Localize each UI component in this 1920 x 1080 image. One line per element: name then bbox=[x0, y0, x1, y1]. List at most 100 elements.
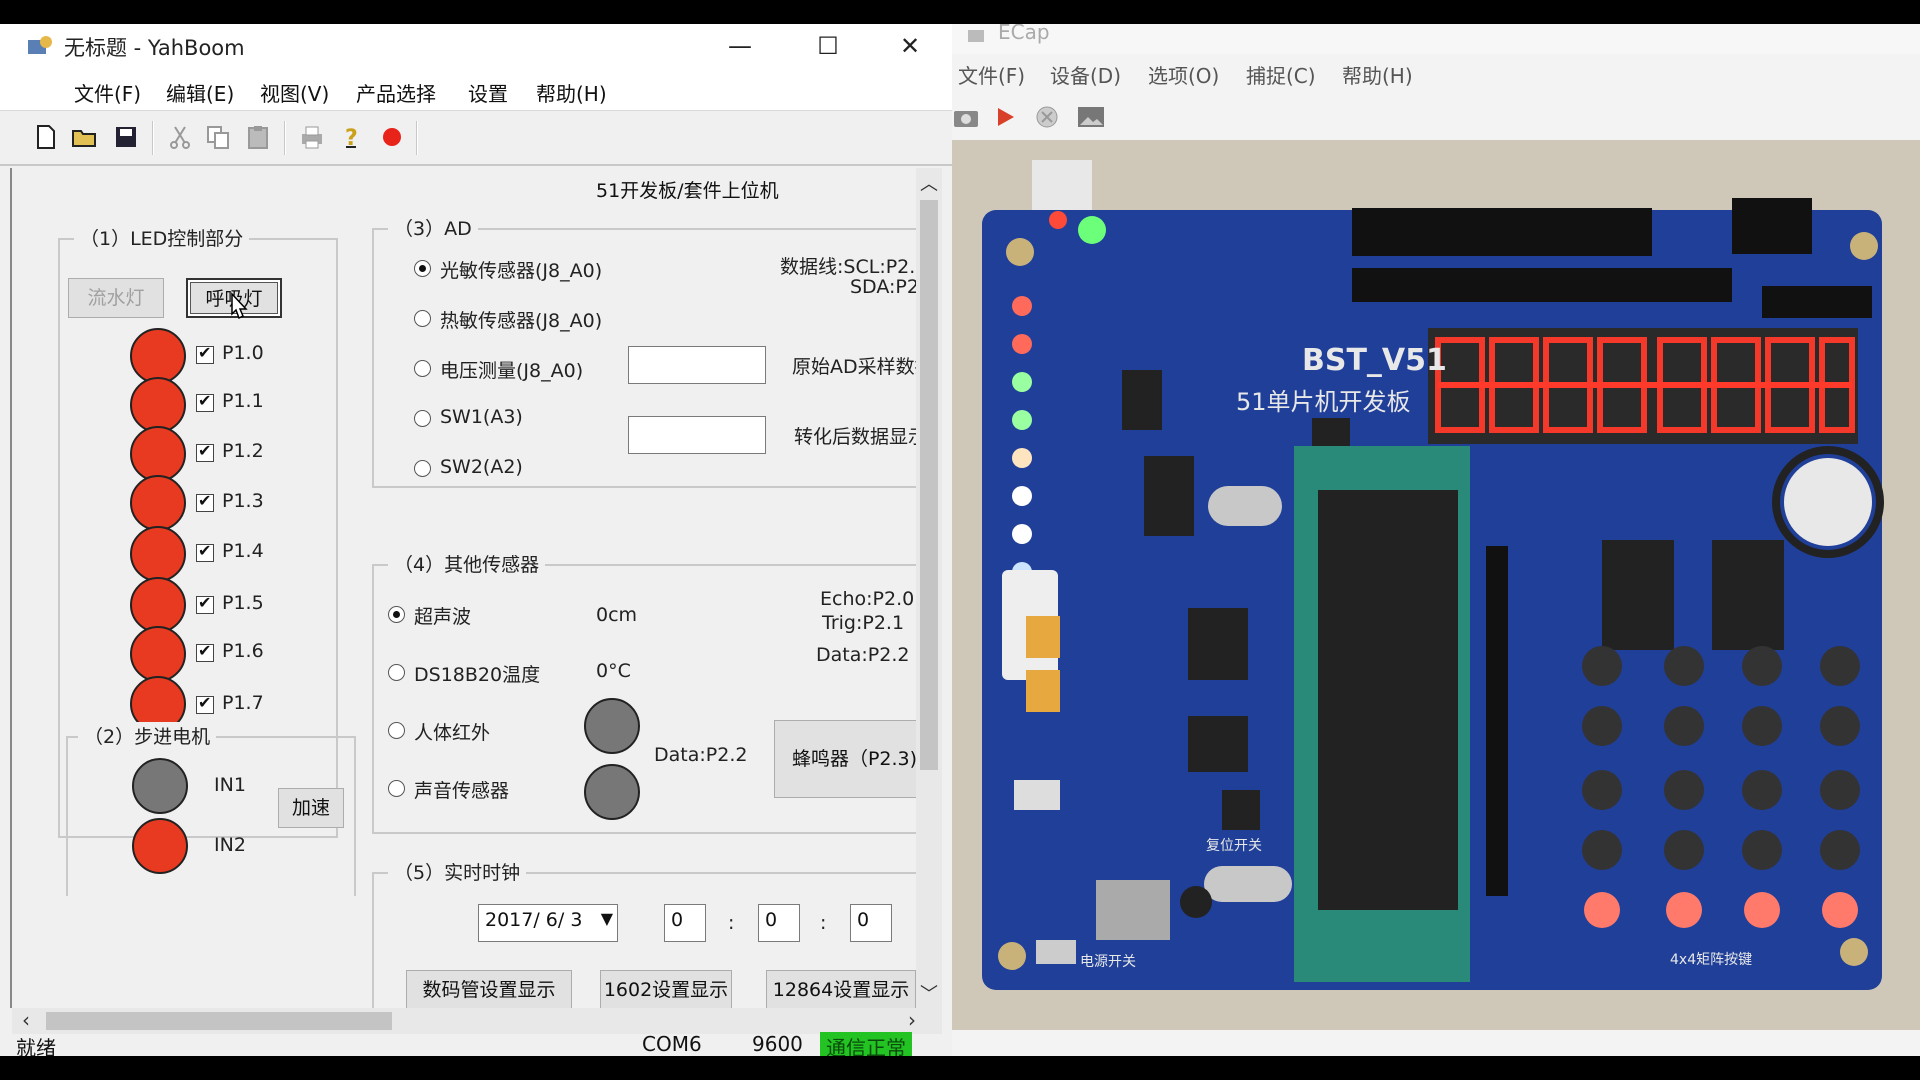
app-logo-icon bbox=[28, 36, 52, 54]
voltage-label: 电压测量(J8_A0) bbox=[440, 360, 584, 382]
raw-ad-label: 原始AD采样数据 bbox=[792, 356, 934, 378]
time-sep-2: : bbox=[820, 912, 827, 934]
scroll-left-icon[interactable]: ‹ bbox=[22, 1008, 30, 1032]
stop-icon[interactable] bbox=[1034, 104, 1060, 130]
label-p1-6: P1.6 bbox=[222, 640, 264, 662]
close-button[interactable]: ✕ bbox=[870, 24, 950, 70]
menu-help[interactable]: 帮助(H) bbox=[536, 78, 607, 107]
checkbox-p1-5[interactable] bbox=[196, 593, 214, 614]
stepper-in2-indicator bbox=[132, 818, 188, 874]
horizontal-scroll-thumb[interactable] bbox=[46, 1012, 392, 1030]
thermal-sensor-label: 热敏传感器(J8_A0) bbox=[440, 310, 603, 332]
hour-field[interactable]: 0 bbox=[664, 904, 706, 942]
chevron-down-icon[interactable]: ▼ bbox=[601, 909, 613, 928]
horizontal-scrollbar[interactable]: ‹ › bbox=[12, 1008, 942, 1034]
vertical-scrollbar[interactable]: ︿ ﹀ bbox=[916, 168, 942, 1008]
segment-display-button[interactable]: 数码管设置显示 bbox=[406, 970, 572, 1010]
title-bar: 无标题 - YahBoom — ☐ ✕ bbox=[0, 24, 952, 70]
ecap-window-title: ECap bbox=[998, 24, 1050, 44]
vertical-scroll-thumb[interactable] bbox=[920, 200, 938, 770]
menu-product[interactable]: 产品选择 bbox=[356, 78, 436, 107]
checkbox-p1-3[interactable] bbox=[196, 491, 214, 512]
power-switch-label: 电源开关 bbox=[1080, 954, 1136, 970]
maximize-button[interactable]: ☐ bbox=[788, 24, 868, 70]
scroll-down-icon[interactable]: ﹀ bbox=[916, 980, 942, 1006]
buzzer-button[interactable]: 蜂鸣器（P2.3) bbox=[774, 720, 934, 798]
ecap-menu-file[interactable]: 文件(F) bbox=[958, 60, 1025, 89]
label-p1-2: P1.2 bbox=[222, 440, 264, 462]
sound-sensor-label: 声音传感器 bbox=[414, 780, 510, 802]
checkbox-p1-1[interactable] bbox=[196, 391, 214, 412]
radio-ultrasonic[interactable] bbox=[388, 606, 405, 623]
keypad-label: 4x4矩阵按键 bbox=[1670, 952, 1752, 968]
sw2-label: SW2(A2) bbox=[440, 456, 523, 478]
temp-data-pin: Data:P2.2 bbox=[816, 644, 910, 666]
trig-pin-label: Trig:P2.1 bbox=[822, 612, 905, 634]
menu-view[interactable]: 视图(V) bbox=[260, 78, 329, 107]
save-icon[interactable] bbox=[112, 123, 140, 151]
lcd12864-button[interactable]: 12864设置显示 bbox=[766, 970, 916, 1010]
checkbox-p1-4[interactable] bbox=[196, 541, 214, 562]
checkbox-p1-6[interactable] bbox=[196, 641, 214, 662]
radio-pir[interactable] bbox=[388, 722, 405, 739]
scroll-up-icon[interactable]: ︿ bbox=[916, 170, 942, 196]
checkbox-p1-2[interactable] bbox=[196, 441, 214, 462]
ecap-status-bar bbox=[952, 1030, 1920, 1056]
copy-icon[interactable] bbox=[204, 123, 232, 151]
menu-edit[interactable]: 编辑(E) bbox=[166, 78, 234, 107]
led-p1-5 bbox=[130, 577, 186, 633]
echo-pin-label: Echo:P2.0 bbox=[820, 588, 915, 610]
camera-icon[interactable] bbox=[952, 104, 980, 130]
minute-field[interactable]: 0 bbox=[758, 904, 800, 942]
scroll-right-icon[interactable]: › bbox=[908, 1008, 916, 1032]
date-picker[interactable]: 2017/ 6/ 3 ▼ bbox=[478, 904, 618, 942]
rtc-group: （5）实时时钟 2017/ 6/ 3 ▼ 0 : 0 : 0 数码管设置显示 1… bbox=[372, 858, 932, 1012]
radio-voltage[interactable] bbox=[414, 360, 431, 377]
radio-sound[interactable] bbox=[388, 780, 405, 797]
second-field[interactable]: 0 bbox=[850, 904, 892, 942]
mouse-cursor-icon bbox=[231, 292, 248, 320]
ecap-title-bar: ECap bbox=[952, 24, 1920, 54]
form-area: 51开发板/套件上位机 （1）LED控制部分 流水灯 呼吸灯 P1.0 P bbox=[10, 168, 942, 1012]
rtc-group-title: （5）实时时钟 bbox=[388, 858, 527, 885]
ecap-menu-options[interactable]: 选项(O) bbox=[1148, 60, 1219, 89]
paste-icon[interactable] bbox=[244, 123, 272, 151]
ecap-menu-device[interactable]: 设备(D) bbox=[1050, 60, 1121, 89]
checkbox-p1-7[interactable] bbox=[196, 693, 214, 714]
play-icon[interactable] bbox=[992, 104, 1018, 130]
checkbox-p1-0[interactable] bbox=[196, 343, 214, 364]
converted-field[interactable] bbox=[628, 416, 766, 454]
light-sensor-label: 光敏传感器(J8_A0) bbox=[440, 260, 603, 282]
yahboom-window: 无标题 - YahBoom — ☐ ✕ 文件(F) 编辑(E) 视图(V) 产品… bbox=[0, 24, 952, 1056]
board-model-label: BST_V51 bbox=[1302, 343, 1447, 378]
print-icon[interactable] bbox=[298, 123, 326, 151]
data-line-scl: 数据线:SCL:P2.1 bbox=[780, 256, 928, 278]
ecap-toolbar bbox=[952, 94, 1920, 140]
radio-ds18b20[interactable] bbox=[388, 664, 405, 681]
ecap-menu-help[interactable]: 帮助(H) bbox=[1342, 60, 1413, 89]
image-icon[interactable] bbox=[1076, 104, 1106, 130]
help-icon[interactable]: ? bbox=[338, 123, 366, 151]
radio-light-sensor[interactable] bbox=[414, 260, 431, 277]
radio-thermal-sensor[interactable] bbox=[414, 310, 431, 327]
stepper-group-title: （2）步进电机 bbox=[78, 722, 217, 749]
dev-board-photo: BST_V51 51单片机开发板 4x4矩阵按键 复位开关 电源开关 bbox=[952, 140, 1920, 1030]
lcd1602-button[interactable]: 1602设置显示 bbox=[600, 970, 732, 1010]
flow-light-button[interactable]: 流水灯 bbox=[68, 278, 164, 318]
minimize-button[interactable]: — bbox=[700, 24, 780, 70]
new-file-icon[interactable] bbox=[32, 123, 60, 151]
menu-settings[interactable]: 设置 bbox=[468, 78, 508, 107]
accelerate-button[interactable]: 加速 bbox=[278, 788, 344, 828]
ecap-menu-capture[interactable]: 捕捉(C) bbox=[1246, 60, 1316, 89]
record-icon[interactable] bbox=[378, 123, 406, 151]
radio-sw1[interactable] bbox=[414, 410, 431, 427]
open-folder-icon[interactable] bbox=[70, 123, 98, 151]
raw-ad-field[interactable] bbox=[628, 346, 766, 384]
cut-icon[interactable] bbox=[166, 123, 194, 151]
page-title: 51开发板/套件上位机 bbox=[596, 180, 779, 202]
temperature-value: 0°C bbox=[596, 660, 631, 682]
menu-file[interactable]: 文件(F) bbox=[74, 78, 141, 107]
radio-sw2[interactable] bbox=[414, 460, 431, 477]
status-port: COM6 bbox=[642, 1032, 702, 1056]
led-p1-1 bbox=[130, 377, 186, 433]
